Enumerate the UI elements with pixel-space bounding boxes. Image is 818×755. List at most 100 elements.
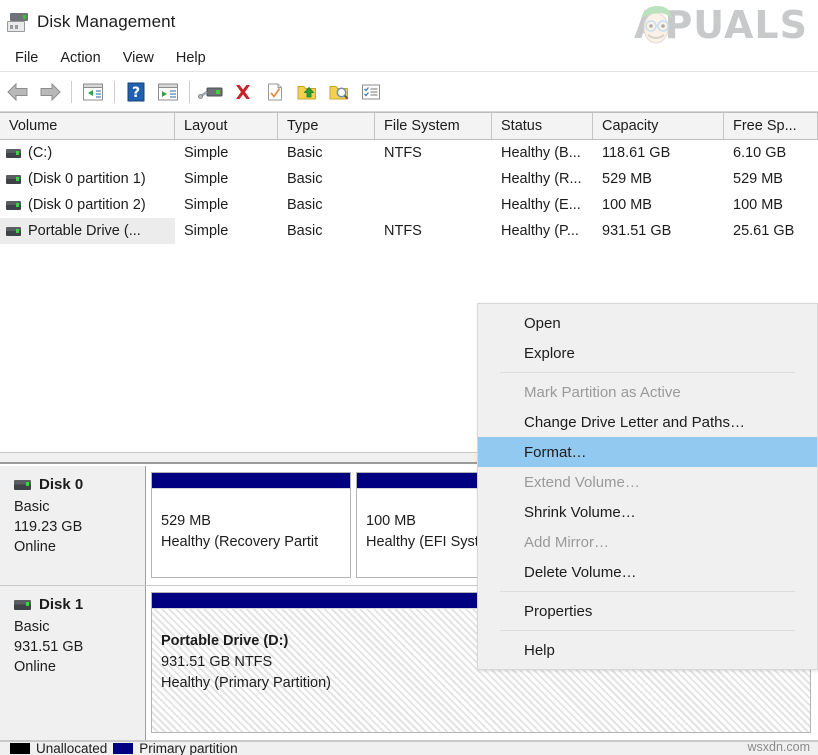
title-bar: Disk Management: [0, 0, 818, 44]
volume-list-rows: (C:) Simple Basic NTFS Healthy (B... 118…: [0, 140, 818, 244]
cell-layout: Simple: [184, 223, 229, 239]
cell-status: Healthy (P...: [501, 223, 579, 239]
disk-name-0: Disk 0: [39, 476, 84, 493]
disk-title-0: Disk 0: [14, 476, 145, 493]
toolbar-separator-1: [71, 81, 72, 103]
column-header-status[interactable]: Status: [492, 113, 593, 139]
back-arrow-icon[interactable]: [2, 76, 34, 108]
ctx-add-mirror: Add Mirror…: [524, 533, 610, 551]
window-title: Disk Management: [37, 12, 176, 31]
cell-volume-label: (C:): [28, 145, 53, 161]
partition-size: 529 MB: [161, 513, 211, 529]
disk-icon: [14, 599, 31, 610]
ctx-change-drive-letter[interactable]: Change Drive Letter and Paths…: [478, 407, 817, 437]
cell-type: Basic: [287, 145, 323, 161]
table-row[interactable]: (Disk 0 partition 2) Simple Basic Health…: [0, 192, 818, 218]
partition-status: Healthy (Primary Partition): [161, 675, 332, 691]
menu-file[interactable]: File: [4, 47, 49, 69]
column-header-volume[interactable]: Volume: [0, 113, 175, 139]
cell-capacity: 118.61 GB: [602, 145, 671, 161]
help-icon[interactable]: ?: [120, 76, 152, 108]
menu-action[interactable]: Action: [49, 47, 111, 69]
cell-status: Healthy (B...: [501, 145, 581, 161]
cell-file-system: [375, 166, 492, 192]
properties-icon[interactable]: [259, 76, 291, 108]
partition-color-bar: [152, 473, 350, 488]
show-hide-action-pane-icon[interactable]: [152, 76, 184, 108]
disk-title-1: Disk 1: [14, 596, 145, 613]
ctx-open[interactable]: Open: [478, 308, 817, 338]
volume-icon: [6, 200, 21, 210]
cell-volume-label: Portable Drive (...: [28, 223, 141, 239]
rescan-disks-icon[interactable]: [195, 76, 227, 108]
volume-icon: [6, 174, 21, 184]
ctx-help[interactable]: Help: [478, 635, 817, 665]
cell-volume-label: (Disk 0 partition 1): [28, 171, 146, 187]
disk-type-1: Basic: [14, 619, 50, 635]
cell-free-space: 529 MB: [733, 171, 783, 187]
ctx-mark-partition-active: Mark Partition as Active: [524, 383, 681, 401]
ctx-explore[interactable]: Explore: [478, 338, 817, 368]
legend-swatch-primary-partition: [113, 743, 134, 754]
show-hide-console-tree-icon[interactable]: [77, 76, 109, 108]
cell-file-system: NTFS: [384, 145, 422, 161]
cell-volume: Portable Drive (...: [0, 218, 175, 244]
menu-bar: File Action View Help: [0, 44, 818, 72]
column-header-free-space[interactable]: Free Sp...: [724, 113, 818, 139]
ctx-separator-1: [500, 372, 795, 373]
cell-type: Basic: [287, 197, 323, 213]
ctx-separator-3: [500, 630, 795, 631]
cell-free-space: 100 MB: [733, 197, 783, 213]
disk-management-window: Disk Management APUALS File Action View …: [0, 0, 818, 755]
cell-volume: (C:): [0, 140, 175, 166]
disk-name-1: Disk 1: [39, 596, 84, 613]
table-row[interactable]: Portable Drive (... Simple Basic NTFS He…: [0, 218, 818, 244]
table-row[interactable]: (C:) Simple Basic NTFS Healthy (B... 118…: [0, 140, 818, 166]
cell-layout: Simple: [184, 145, 229, 161]
forward-arrow-icon[interactable]: [34, 76, 66, 108]
disk-state-0: Online: [14, 539, 56, 555]
cell-type: Basic: [287, 171, 323, 187]
disk-legend: Unallocated Primary partition: [0, 741, 818, 755]
menu-help[interactable]: Help: [165, 47, 217, 69]
cell-capacity: 100 MB: [602, 197, 652, 213]
partition-block[interactable]: 529 MB Healthy (Recovery Partit: [151, 472, 351, 578]
ctx-separator-2: [500, 591, 795, 592]
menu-view[interactable]: View: [112, 47, 165, 69]
ctx-delete-volume[interactable]: Delete Volume…: [478, 557, 817, 587]
volume-context-menu: Open Explore Mark Partition as Active Ch…: [477, 303, 818, 670]
volume-list-header: Volume Layout Type File System Status Ca…: [0, 112, 818, 140]
extend-volume-icon[interactable]: [291, 76, 323, 108]
disk-type-0: Basic: [14, 499, 50, 515]
all-tasks-icon[interactable]: [355, 76, 387, 108]
disk-info-0: Disk 0 Basic 119.23 GB Online: [0, 466, 146, 585]
cell-status: Healthy (E...: [501, 197, 581, 213]
shrink-volume-icon[interactable]: [323, 76, 355, 108]
column-header-layout[interactable]: Layout: [175, 113, 278, 139]
ctx-extend-volume: Extend Volume…: [524, 473, 640, 491]
column-header-file-system[interactable]: File System: [375, 113, 492, 139]
cell-layout: Simple: [184, 171, 229, 187]
cell-layout: Simple: [184, 197, 229, 213]
ctx-format[interactable]: Format…: [478, 437, 817, 467]
toolbar: ?: [0, 73, 818, 112]
ctx-shrink-volume[interactable]: Shrink Volume…: [478, 497, 817, 527]
cell-volume: (Disk 0 partition 1): [0, 166, 175, 192]
cell-capacity: 931.51 GB: [602, 223, 672, 239]
disk-size-1: 931.51 GB: [14, 639, 84, 655]
toolbar-separator-2: [114, 81, 115, 103]
legend-swatch-unallocated: [10, 743, 30, 754]
cell-free-space: 25.61 GB: [733, 223, 795, 239]
cell-type: Basic: [287, 223, 323, 239]
cell-status: Healthy (R...: [501, 171, 582, 187]
cell-capacity: 529 MB: [602, 171, 652, 187]
table-row[interactable]: (Disk 0 partition 1) Simple Basic Health…: [0, 166, 818, 192]
cell-file-system: NTFS: [384, 223, 422, 239]
column-header-capacity[interactable]: Capacity: [593, 113, 724, 139]
column-header-type[interactable]: Type: [278, 113, 375, 139]
site-watermark: wsxdn.com: [747, 740, 810, 754]
ctx-properties[interactable]: Properties: [478, 596, 817, 626]
disk-state-1: Online: [14, 659, 56, 675]
delete-volume-icon[interactable]: [227, 76, 259, 108]
cell-file-system: [375, 192, 492, 218]
